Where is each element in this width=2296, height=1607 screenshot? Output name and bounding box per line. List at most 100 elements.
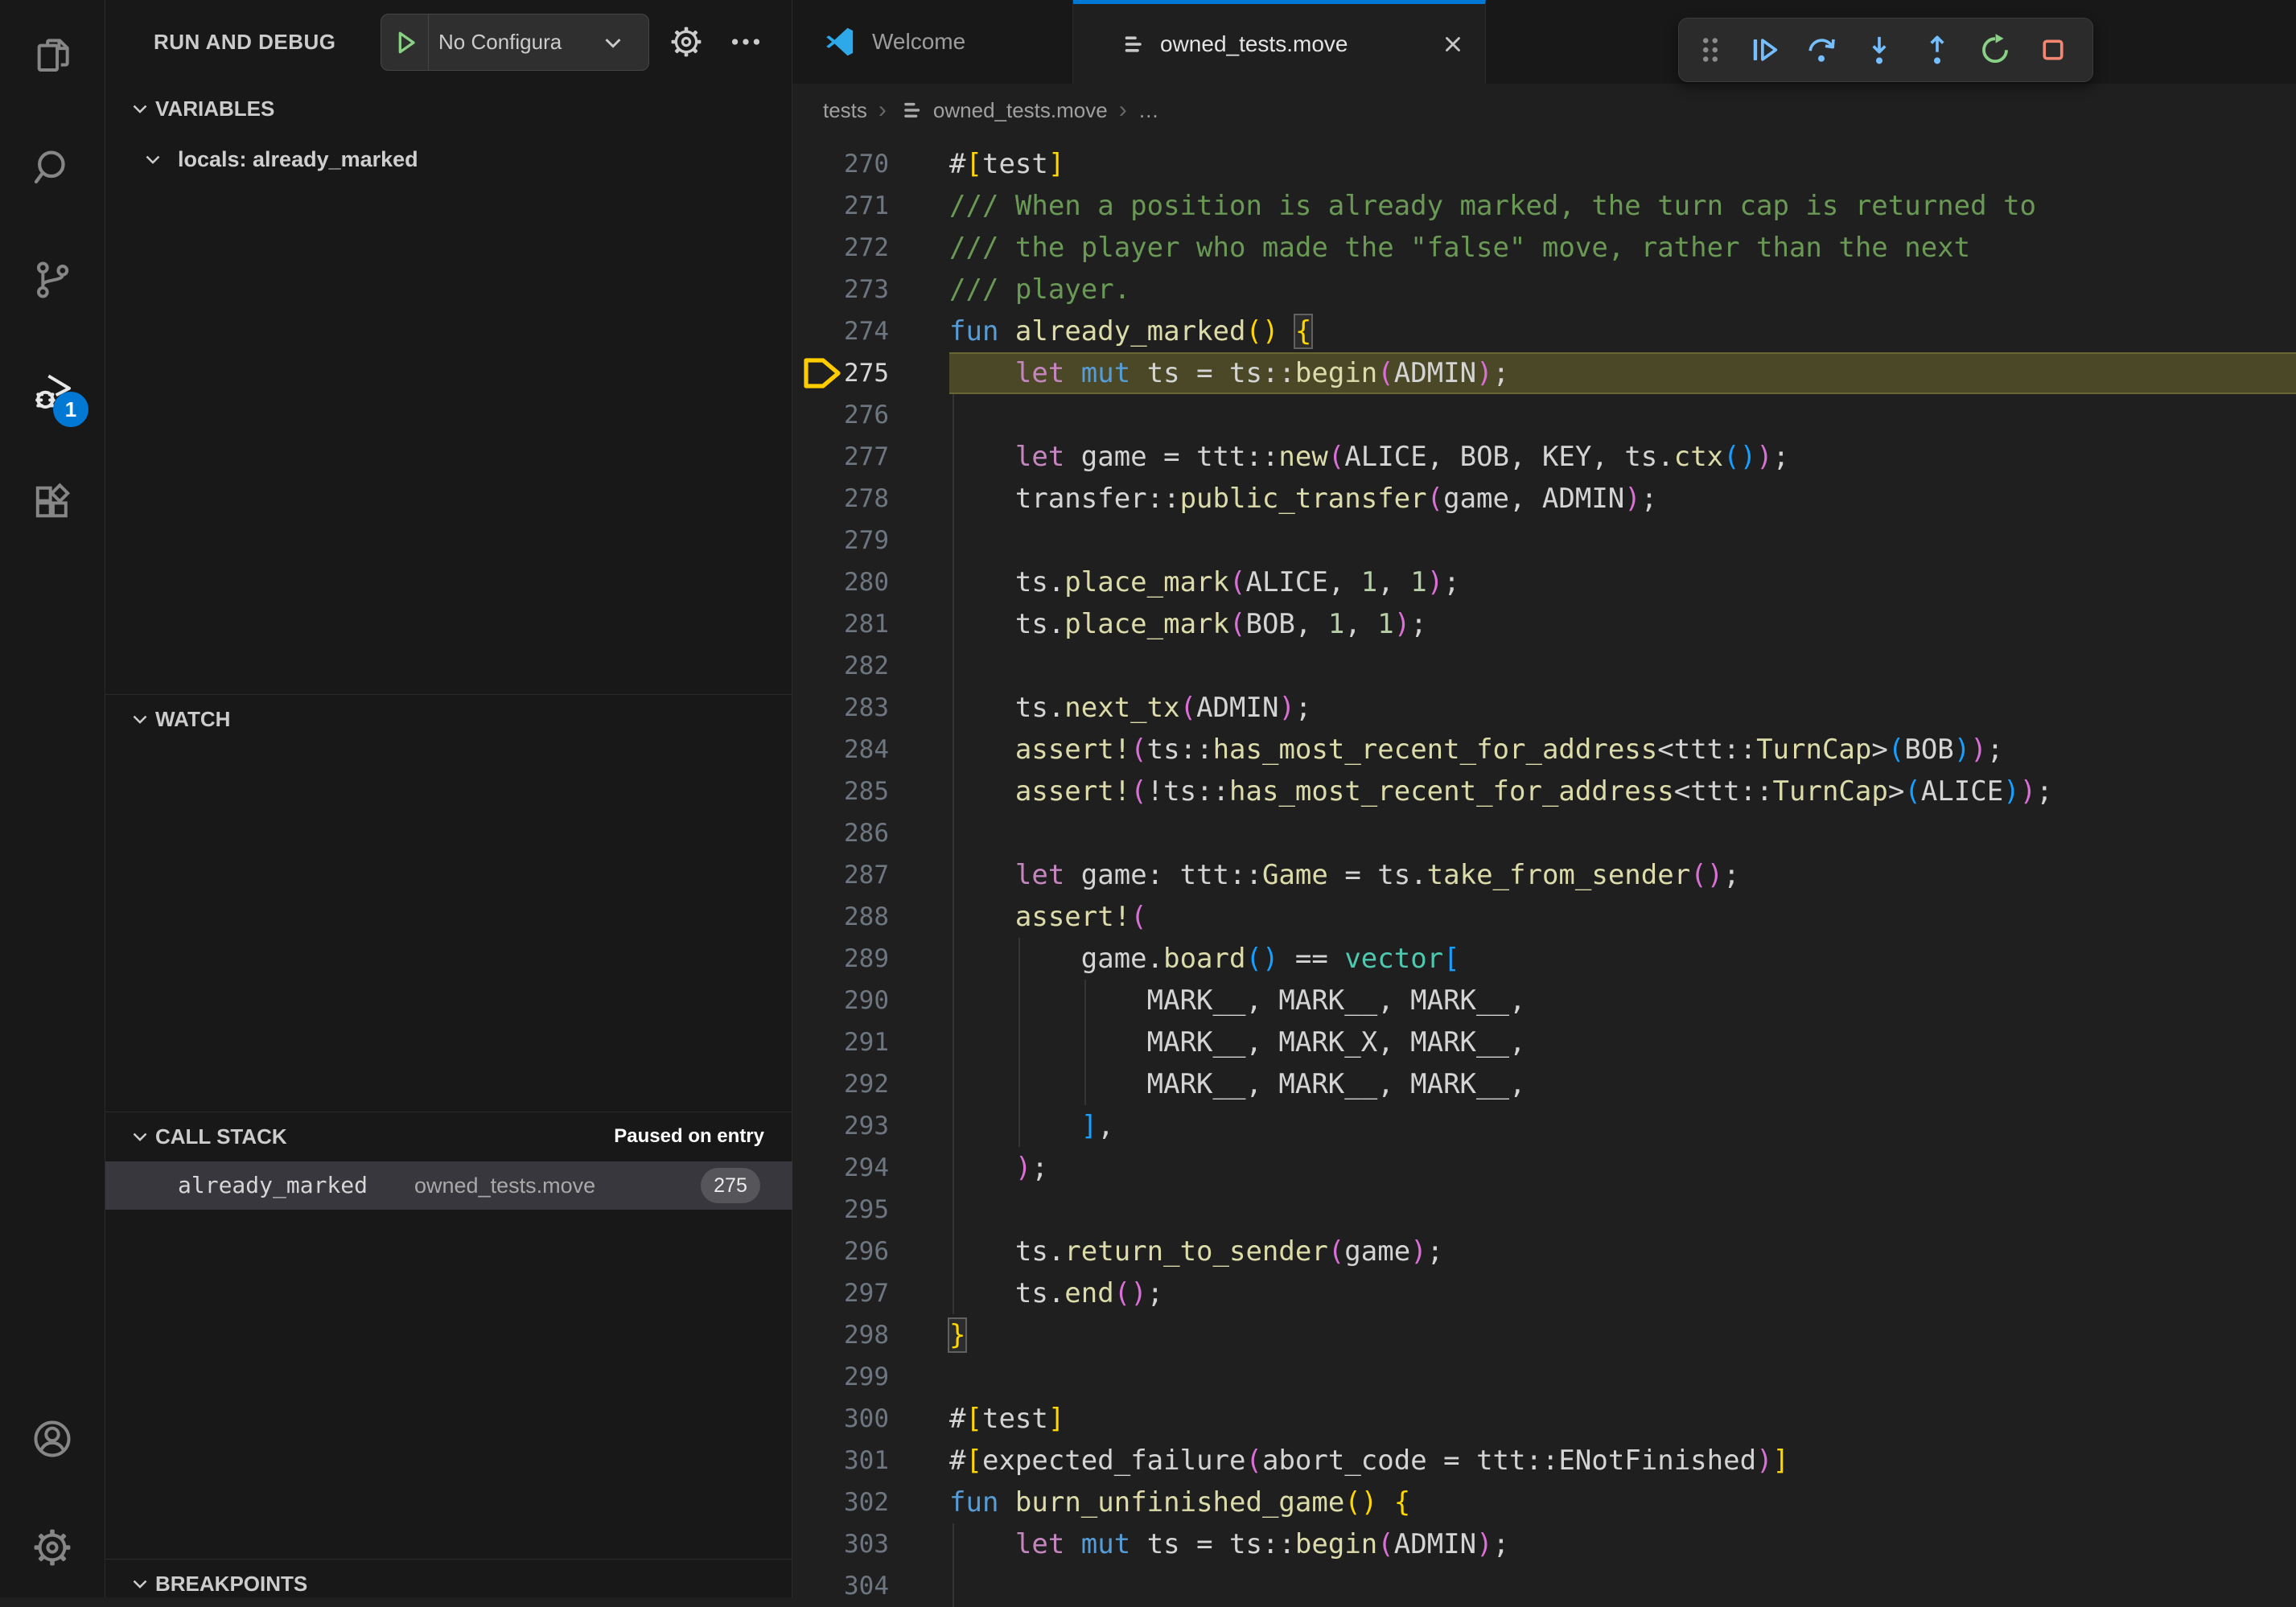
gutter[interactable]: 299 [792,1356,949,1398]
step-into-button[interactable] [1856,27,1903,73]
launch-config-dropdown[interactable]: No Configura [381,14,649,71]
gutter[interactable]: 300 [792,1398,949,1440]
gutter[interactable]: 273 [792,269,949,310]
code-line[interactable]: 272/// the player who made the "false" m… [792,227,2296,269]
search-icon[interactable] [30,146,75,191]
gutter[interactable]: 274 [792,310,949,352]
code-line[interactable]: 271/// When a position is already marked… [792,185,2296,227]
code-line[interactable]: 279 [792,520,2296,561]
code-line[interactable]: 295 [792,1189,2296,1231]
gutter[interactable]: 289 [792,938,949,980]
code-line[interactable]: 270#[test] [792,143,2296,185]
code-line[interactable]: 280 ts.place_mark(ALICE, 1, 1); [792,561,2296,603]
breadcrumb-item-file[interactable]: owned_tests.move [933,98,1108,123]
gutter[interactable]: 303 [792,1523,949,1565]
gutter[interactable]: 301 [792,1440,949,1482]
gutter[interactable]: 278 [792,478,949,520]
gutter[interactable]: 291 [792,1021,949,1063]
code-line[interactable]: 292 MARK__, MARK__, MARK__, [792,1063,2296,1105]
breadcrumb-item-symbol[interactable]: … [1138,98,1159,123]
more-actions-icon[interactable] [727,23,764,60]
code-line[interactable]: 282 [792,645,2296,687]
code-line[interactable]: 294 ); [792,1147,2296,1189]
code-line[interactable]: 301#[expected_failure(abort_code = ttt::… [792,1440,2296,1482]
code-line[interactable]: 302fun burn_unfinished_game() { [792,1482,2296,1523]
gutter[interactable]: 293 [792,1105,949,1147]
watch-section-header[interactable]: WATCH [105,697,792,742]
code-line[interactable]: 289 game.board() == vector[ [792,938,2296,980]
code-line[interactable]: 287 let game: ttt::Game = ts.take_from_s… [792,854,2296,896]
breakpoints-section-header[interactable]: BREAKPOINTS [105,1561,792,1606]
indent-guide [1018,938,1020,980]
gutter[interactable]: 292 [792,1063,949,1105]
code-line[interactable]: 277 let game = ttt::new(ALICE, BOB, KEY,… [792,436,2296,478]
debug-settings-gear-icon[interactable] [668,23,705,60]
gutter[interactable]: 280 [792,561,949,603]
gutter[interactable]: 277 [792,436,949,478]
code-line[interactable]: 297 ts.end(); [792,1272,2296,1314]
gutter[interactable]: 270 [792,143,949,185]
close-icon[interactable] [1438,30,1467,59]
gutter[interactable]: 302 [792,1482,949,1523]
code-line[interactable]: 291 MARK__, MARK_X, MARK__, [792,1021,2296,1063]
code-line[interactable]: 293 ], [792,1105,2296,1147]
code-line[interactable]: 290 MARK__, MARK__, MARK__, [792,980,2296,1021]
code-line[interactable]: 283 ts.next_tx(ADMIN); [792,687,2296,729]
settings-gear-icon[interactable] [30,1525,75,1570]
gutter[interactable]: 287 [792,854,949,896]
code-line[interactable]: 278 transfer::public_transfer(game, ADMI… [792,478,2296,520]
drag-handle-icon[interactable] [1687,27,1734,73]
code-line[interactable]: 275 let mut ts = ts::begin(ADMIN); [792,352,2296,394]
gutter[interactable]: 304 [792,1565,949,1607]
stop-button[interactable] [2030,27,2076,73]
code-line[interactable]: 274fun already_marked() { [792,310,2296,352]
gutter[interactable]: 286 [792,812,949,854]
breadcrumb-item-tests[interactable]: tests [823,98,867,123]
code-line[interactable]: 304 [792,1565,2296,1607]
line-number: 294 [844,1147,889,1189]
gutter[interactable]: 296 [792,1231,949,1272]
code-line[interactable]: 303 let mut ts = ts::begin(ADMIN); [792,1523,2296,1565]
code-line[interactable]: 281 ts.place_mark(BOB, 1, 1); [792,603,2296,645]
code-line[interactable]: 284 assert!(ts::has_most_recent_for_addr… [792,729,2296,771]
gutter[interactable]: 297 [792,1272,949,1314]
gutter[interactable]: 282 [792,645,949,687]
start-debug-icon[interactable] [389,27,422,59]
gutter[interactable]: 284 [792,729,949,771]
code-line[interactable]: 288 assert!( [792,896,2296,938]
source-control-icon[interactable] [30,257,75,302]
continue-button[interactable] [1740,27,1787,73]
code-line[interactable]: 300#[test] [792,1398,2296,1440]
extensions-icon[interactable] [30,479,75,524]
account-icon[interactable] [30,1416,75,1461]
gutter[interactable]: 298 [792,1314,949,1356]
code-line[interactable]: 285 assert!(!ts::has_most_recent_for_add… [792,771,2296,812]
gutter[interactable]: 279 [792,520,949,561]
variables-section-header[interactable]: VARIABLES [105,86,792,131]
gutter[interactable]: 290 [792,980,949,1021]
gutter[interactable]: 283 [792,687,949,729]
gutter[interactable]: 272 [792,227,949,269]
gutter[interactable]: 288 [792,896,949,938]
code-line[interactable]: 298} [792,1314,2296,1356]
explorer-icon[interactable] [30,33,75,78]
tab-owned-tests-move[interactable]: owned_tests.move [1073,0,1486,84]
gutter[interactable]: 281 [792,603,949,645]
code-line[interactable]: 299 [792,1356,2296,1398]
locals-scope-row[interactable]: locals: already_marked [105,137,792,182]
step-over-button[interactable] [1798,27,1845,73]
code-line[interactable]: 286 [792,812,2296,854]
gutter[interactable]: 285 [792,771,949,812]
tab-welcome[interactable]: Welcome [792,0,1073,84]
call-stack-section-header[interactable]: CALL STACK Paused on entry [105,1114,792,1159]
code-line[interactable]: 273/// player. [792,269,2296,310]
gutter[interactable]: 294 [792,1147,949,1189]
gutter[interactable]: 271 [792,185,949,227]
gutter[interactable]: 295 [792,1189,949,1231]
code-line[interactable]: 296 ts.return_to_sender(game); [792,1231,2296,1272]
restart-button[interactable] [1972,27,2018,73]
gutter[interactable]: 276 [792,394,949,436]
step-out-button[interactable] [1914,27,1961,73]
code-line[interactable]: 276 [792,394,2296,436]
stack-frame-row[interactable]: already_marked owned_tests.move 275 [105,1161,792,1210]
